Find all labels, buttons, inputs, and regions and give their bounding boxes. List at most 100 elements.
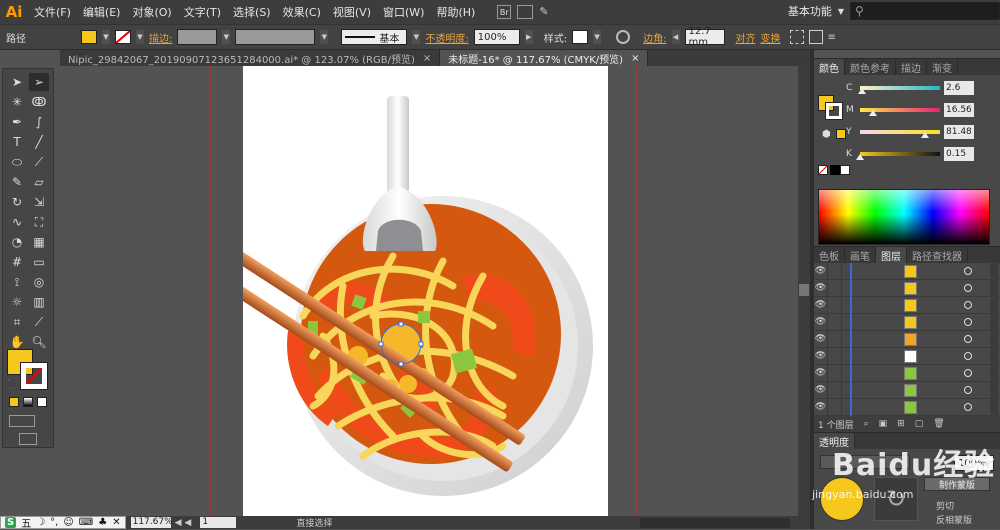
target-icon[interactable] <box>964 284 972 292</box>
direct-selection-tool-icon[interactable]: ➢ <box>29 73 49 91</box>
document-tab[interactable]: 未标题-16* @ 117.67% (CMYK/预览) × <box>440 50 649 66</box>
invert-mask-checkbox-label[interactable]: 反相蒙版 <box>936 513 972 526</box>
screen-mode-icon[interactable] <box>19 433 37 445</box>
mesh-tool-icon[interactable]: # <box>7 253 27 271</box>
color-mode-icon[interactable] <box>9 397 19 407</box>
gamut-swatch[interactable] <box>836 129 846 139</box>
warp-tool-icon[interactable]: ∿ <box>7 213 27 231</box>
target-icon[interactable] <box>964 352 972 360</box>
color-spectrum[interactable] <box>818 189 990 245</box>
eraser-icon[interactable]: ▱ <box>29 173 49 191</box>
eye-icon[interactable]: 👁︎ <box>814 296 828 314</box>
magic-wand-icon[interactable]: ✳ <box>7 93 27 111</box>
stroke-label[interactable]: 描边: <box>149 30 172 45</box>
panel-menu-icon[interactable]: ≡ <box>828 32 836 43</box>
scroll-thumb[interactable] <box>799 284 809 296</box>
perspective-grid-icon[interactable]: ▦ <box>29 233 49 251</box>
chevron-left-icon[interactable]: ◀ <box>671 30 680 44</box>
stroke-color-indicator[interactable] <box>825 102 843 120</box>
column-graph-icon[interactable]: ▥ <box>29 293 49 311</box>
layers-scrollbar[interactable] <box>990 263 998 416</box>
channel-slider[interactable] <box>860 130 940 138</box>
eye-icon[interactable]: 👁︎ <box>814 364 828 382</box>
none-swatch[interactable] <box>818 165 828 175</box>
bridge-icon[interactable]: Br <box>497 5 512 19</box>
lock-toggle[interactable] <box>828 279 842 297</box>
moon-icon[interactable]: ☽ <box>36 517 45 528</box>
align-link[interactable]: 对齐 <box>736 30 756 45</box>
swap-colors-icon[interactable]: ⬛ <box>7 379 17 388</box>
document-tab[interactable]: Nipic_29842067_20190907123651284000.ai* … <box>60 50 441 66</box>
layer-row[interactable]: 👁︎ <box>814 296 1000 314</box>
brush-definition-field[interactable]: 基本 <box>341 29 408 45</box>
channel-slider[interactable] <box>858 86 940 94</box>
panel-tab[interactable]: 画笔 <box>845 247 876 263</box>
skin-icon[interactable]: ♣ <box>98 517 107 528</box>
scale-tool-icon[interactable]: ⇲ <box>29 193 49 211</box>
artboard[interactable] <box>197 66 608 516</box>
chevron-right-icon[interactable]: ▶ <box>524 30 533 44</box>
target-icon[interactable] <box>964 386 972 394</box>
layer-row[interactable]: 👁︎ <box>814 364 1000 382</box>
curvature-tool-icon[interactable]: ∫ <box>29 113 49 131</box>
recolor-icon[interactable] <box>616 30 631 44</box>
channel-slider[interactable] <box>860 108 940 116</box>
lock-toggle[interactable] <box>828 313 842 331</box>
pen-tool-icon[interactable]: ✒ <box>7 113 27 131</box>
keyboard-icon[interactable]: ⌨ <box>79 517 93 528</box>
menu-item[interactable]: 帮助(H) <box>430 4 481 20</box>
menu-item[interactable]: 效果(C) <box>277 4 327 20</box>
slice-tool-icon[interactable]: ⟋ <box>29 313 49 331</box>
clipping-mask-icon[interactable]: ▣ <box>879 419 888 429</box>
out-of-gamut-icon[interactable]: ⬢ <box>822 129 831 140</box>
corner-label[interactable]: 边角: <box>643 30 666 45</box>
layer-row[interactable]: 👁︎ <box>814 279 1000 297</box>
free-transform-icon[interactable]: ⛶ <box>29 213 49 231</box>
menu-item[interactable]: 对象(O) <box>126 4 177 20</box>
canvas[interactable] <box>58 66 810 516</box>
close-icon[interactable]: × <box>423 53 431 64</box>
ellipse-tool-icon[interactable]: ⬭ <box>7 153 27 171</box>
gpu-performance-icon[interactable]: ✎ <box>539 5 553 19</box>
search-input[interactable]: ⚲ <box>850 2 1000 20</box>
new-sublayer-icon[interactable]: ⊞ <box>897 419 905 429</box>
stroke-swatch[interactable] <box>115 30 131 44</box>
eye-icon[interactable]: 👁︎ <box>814 398 828 416</box>
lock-toggle[interactable] <box>828 364 842 382</box>
panel-tab[interactable]: 色板 <box>814 247 845 263</box>
shape-builder-icon[interactable]: ◔ <box>7 233 27 251</box>
artboard-number-field[interactable]: 1 <box>200 517 237 528</box>
lock-toggle[interactable] <box>828 398 842 416</box>
lock-toggle[interactable] <box>828 347 842 365</box>
horizontal-scrollbar[interactable] <box>640 517 790 528</box>
panel-tab[interactable]: 颜色 <box>814 59 845 75</box>
chevron-down-icon[interactable]: ▼ <box>222 30 231 44</box>
none-mode-icon[interactable] <box>37 397 47 407</box>
layer-row[interactable]: 👁︎ <box>814 398 1000 416</box>
chevron-down-icon[interactable]: ▼ <box>412 30 421 44</box>
slider-knob[interactable] <box>858 88 867 94</box>
menu-item[interactable]: 视图(V) <box>327 4 377 20</box>
lock-toggle[interactable] <box>828 330 842 348</box>
pencil-icon[interactable]: ✎ <box>7 173 27 191</box>
noodle-illustration[interactable] <box>197 66 608 516</box>
eyedropper-icon[interactable]: ⟟ <box>7 273 27 291</box>
line-tool-icon[interactable]: ╱ <box>29 133 49 151</box>
eye-icon[interactable]: 👁︎ <box>814 330 828 348</box>
eye-icon[interactable]: 👁︎ <box>814 279 828 297</box>
target-icon[interactable] <box>964 369 972 377</box>
target-icon[interactable] <box>964 403 972 411</box>
eye-icon[interactable]: 👁︎ <box>814 262 828 280</box>
opacity-field[interactable]: 100% <box>473 29 520 45</box>
channel-value-field[interactable]: 81.48 <box>944 125 974 139</box>
graphic-style-swatch[interactable] <box>572 30 589 44</box>
lock-toggle[interactable] <box>828 381 842 399</box>
trash-icon[interactable]: 🗑︎ <box>933 419 944 429</box>
panel-tab[interactable]: 颜色参考 <box>845 59 896 75</box>
draw-mode-icon[interactable] <box>9 415 35 427</box>
channel-slider[interactable] <box>856 152 940 160</box>
chevron-down-icon[interactable]: ▼ <box>320 30 329 44</box>
type-tool-icon[interactable]: T <box>7 133 27 151</box>
fill-swatch[interactable] <box>81 30 97 44</box>
channel-value-field[interactable]: 0.15 <box>944 147 974 161</box>
